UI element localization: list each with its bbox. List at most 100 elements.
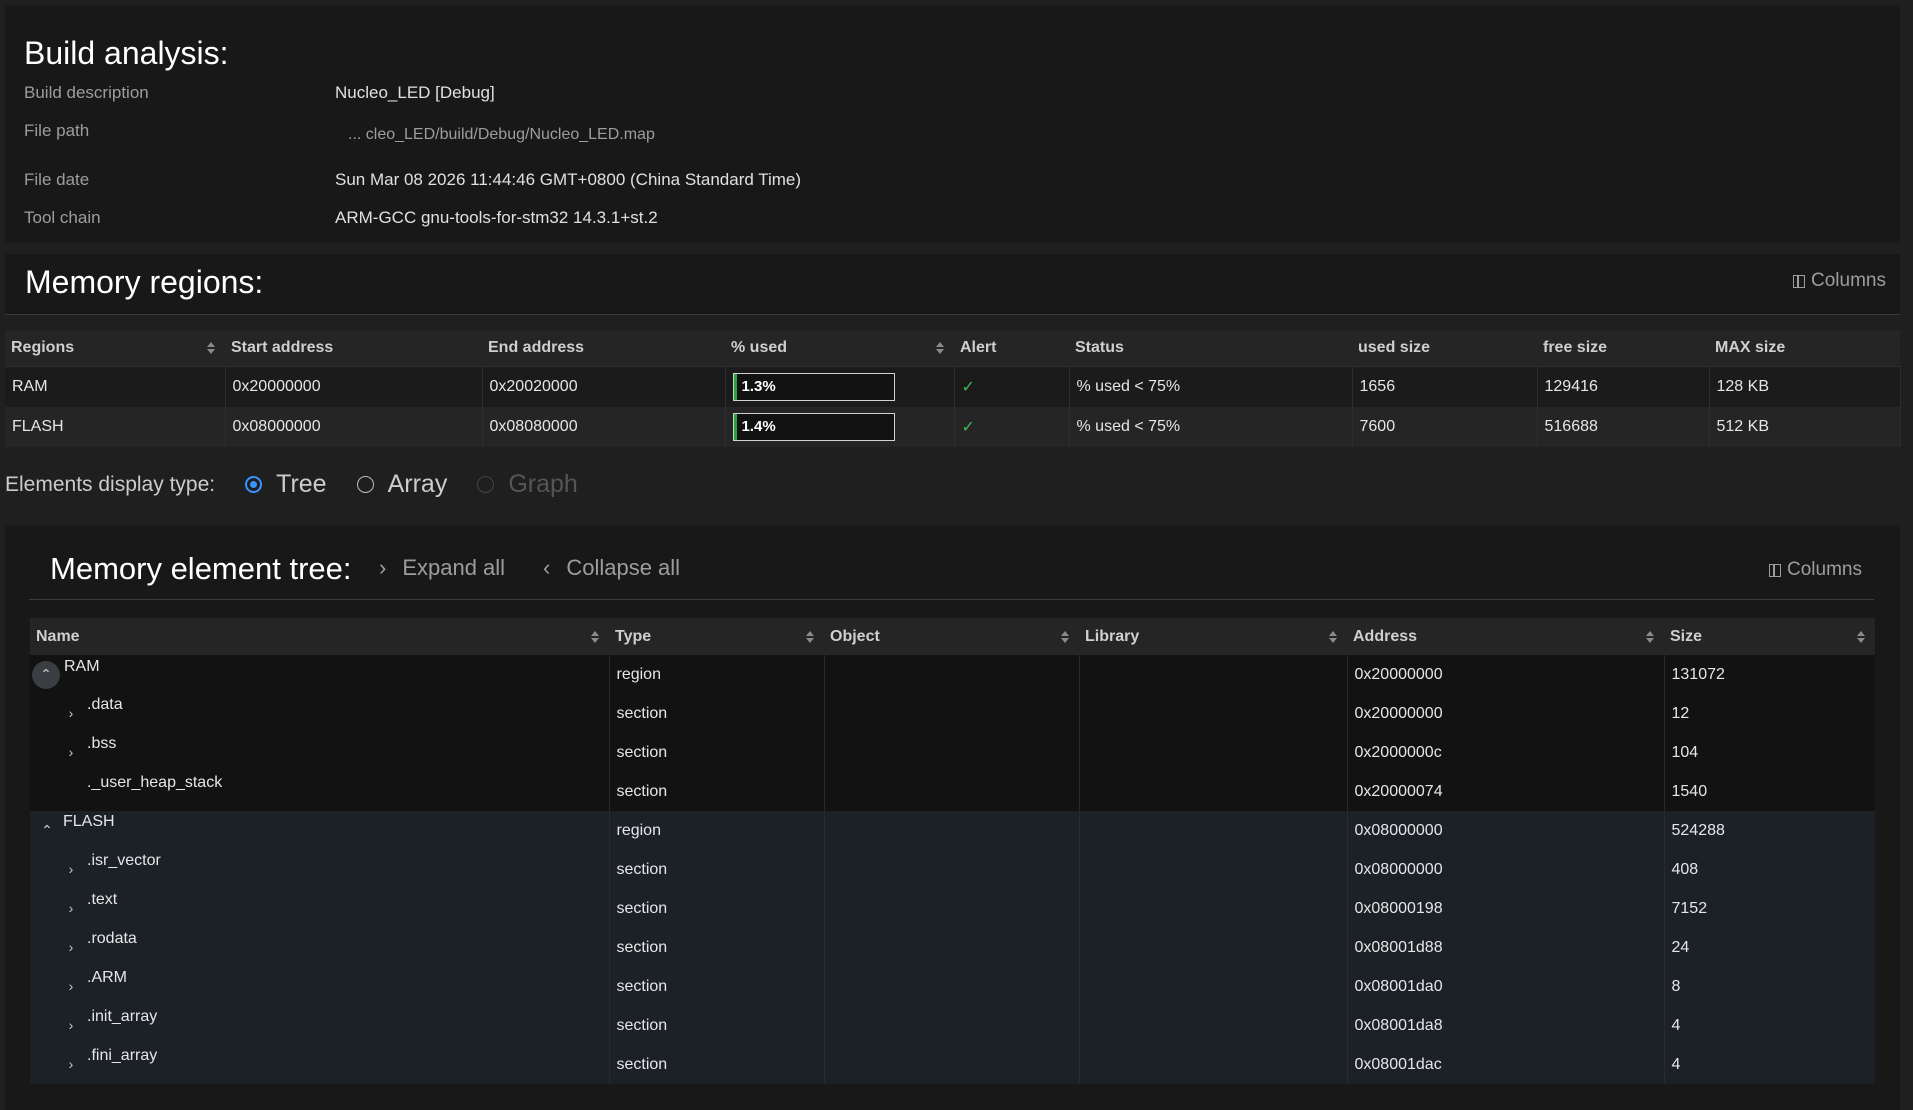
tree-row[interactable]: › .ARM section 0x08001da0 8 [30,967,1875,1006]
tree-node-address: 0x20000000 [1347,655,1665,694]
sort-icon [1061,630,1069,643]
region-max: 128 KB [1709,366,1901,407]
tree-node-type: region [609,811,825,850]
tree-node-object [824,694,1080,733]
tree-node-name: .init_array [87,1008,158,1026]
tree-row[interactable]: › .rodata section 0x08001d88 24 [30,928,1875,967]
header-used-size[interactable]: used size [1352,330,1537,367]
usage-bar: 1.3% [732,373,895,401]
chevron-right-icon[interactable]: › [63,705,79,721]
radio-array-label: Array [387,470,448,498]
header-free-size[interactable]: free size [1537,330,1709,367]
header-type[interactable]: Type [609,618,824,655]
header-size[interactable]: Size [1664,618,1875,655]
tree-row[interactable]: › .init_array section 0x08001da8 4 [30,1006,1875,1045]
divider [29,599,1874,600]
tree-node-address: 0x20000074 [1347,772,1665,811]
region-status: % used < 75% [1069,407,1353,447]
header-percent-used[interactable]: % used [725,330,954,367]
tree-columns-button[interactable]: Columns [1769,559,1862,581]
tree-node-library [1079,1045,1348,1084]
chevron-right-icon[interactable]: › [63,744,79,760]
tree-node-object [824,733,1080,772]
tree-row[interactable]: › .fini_array section 0x08001dac 4 [30,1045,1875,1084]
header-status[interactable]: Status [1069,330,1352,367]
header-library[interactable]: Library [1079,618,1347,655]
header-address[interactable]: Address [1347,618,1664,655]
chevron-right-icon[interactable]: › [63,939,79,955]
radio-unselected-icon [356,476,374,493]
tree-node-name: FLASH [63,813,115,831]
chevron-right-icon[interactable]: › [63,1056,79,1072]
tree-row[interactable]: › .data section 0x20000000 12 [30,694,1875,733]
tree-row[interactable]: ._user_heap_stack section 0x20000074 154… [30,772,1875,811]
header-start-address[interactable]: Start address [225,330,482,367]
region-status: % used < 75% [1069,366,1353,407]
tree-row-ram[interactable]: ⌃ RAM region 0x20000000 131072 [30,655,1875,694]
region-max: 512 KB [1709,407,1901,447]
tree-node-object [824,928,1080,967]
tree-node-name: .isr_vector [87,852,161,870]
regions-columns-label: Columns [1811,270,1886,291]
file-path-value[interactable]: ... cleo_LED/build/Debug/Nucleo_LED.map [348,126,655,144]
region-used: 7600 [1352,407,1538,447]
header-object[interactable]: Object [824,618,1079,655]
memory-regions-table: Regions Start address End address % used… [5,330,1901,447]
tree-node-name: .text [87,891,118,909]
sort-icon [806,630,814,643]
tree-node-library [1079,772,1348,811]
region-free: 516688 [1537,407,1710,447]
chevron-up-icon[interactable]: ⌃ [32,660,60,689]
header-max-size[interactable]: MAX size [1709,330,1900,367]
tree-node-type: section [609,694,825,733]
header-alert[interactable]: Alert [954,330,1069,367]
region-row-flash[interactable]: FLASH 0x08000000 0x08080000 1.4% ✓ % use… [5,407,1901,447]
tree-node-size: 4 [1664,1006,1875,1045]
tree-node-object [824,655,1080,694]
header-regions[interactable]: Regions [5,330,225,367]
tree-node-size: 7152 [1664,889,1875,928]
tree-node-library [1079,655,1348,694]
sort-icon [1329,630,1337,643]
region-end: 0x20020000 [482,366,726,407]
check-icon: ✓ [961,379,975,396]
collapse-all-button[interactable]: ‹ Collapse all [543,555,680,581]
region-name: RAM [5,366,226,407]
tree-node-type: section [609,889,825,928]
tree-node-address: 0x08000000 [1347,850,1665,889]
build-analysis-panel: Build analysis: Build description Nucleo… [5,5,1900,243]
tree-node-library [1079,811,1348,850]
expand-all-button[interactable]: › Expand all [379,555,505,581]
tree-node-size: 24 [1664,928,1875,967]
tool-chain-label: Tool chain [24,208,101,227]
tree-node-type: section [609,772,825,811]
regions-columns-button[interactable]: Columns [1793,270,1886,292]
chevron-left-icon: ‹ [543,555,551,580]
radio-graph: Graph [477,470,578,499]
radio-tree[interactable]: Tree [245,470,327,499]
region-alert: ✓ [954,407,1070,447]
build-analysis-title: Build analysis: [24,35,229,71]
region-start: 0x08000000 [225,407,483,447]
display-type-selector: Elements display type: Tree Array Graph [5,470,578,499]
tree-node-object [824,811,1080,850]
radio-array[interactable]: Array [356,470,448,499]
region-row-ram[interactable]: RAM 0x20000000 0x20020000 1.3% ✓ % used … [5,366,1901,407]
chevron-right-icon[interactable]: › [63,1017,79,1033]
tree-row-flash[interactable]: ⌃ FLASH region 0x08000000 524288 [30,811,1875,850]
tree-node-size: 408 [1664,850,1875,889]
chevron-up-icon[interactable]: ⌃ [39,822,55,839]
tree-row[interactable]: › .isr_vector section 0x08000000 408 [30,850,1875,889]
chevron-right-icon[interactable]: › [63,978,79,994]
chevron-right-icon[interactable]: › [63,861,79,877]
tree-row[interactable]: › .text section 0x08000198 7152 [30,889,1875,928]
radio-graph-label: Graph [508,470,578,498]
build-description-label: Build description [24,83,149,102]
tree-node-size: 12 [1664,694,1875,733]
tree-row[interactable]: › .bss section 0x2000000c 104 [30,733,1875,772]
tree-node-type: section [609,850,825,889]
radio-selected-icon [245,476,263,493]
header-name[interactable]: Name [30,618,609,655]
header-end-address[interactable]: End address [482,330,725,367]
chevron-right-icon[interactable]: › [63,900,79,916]
